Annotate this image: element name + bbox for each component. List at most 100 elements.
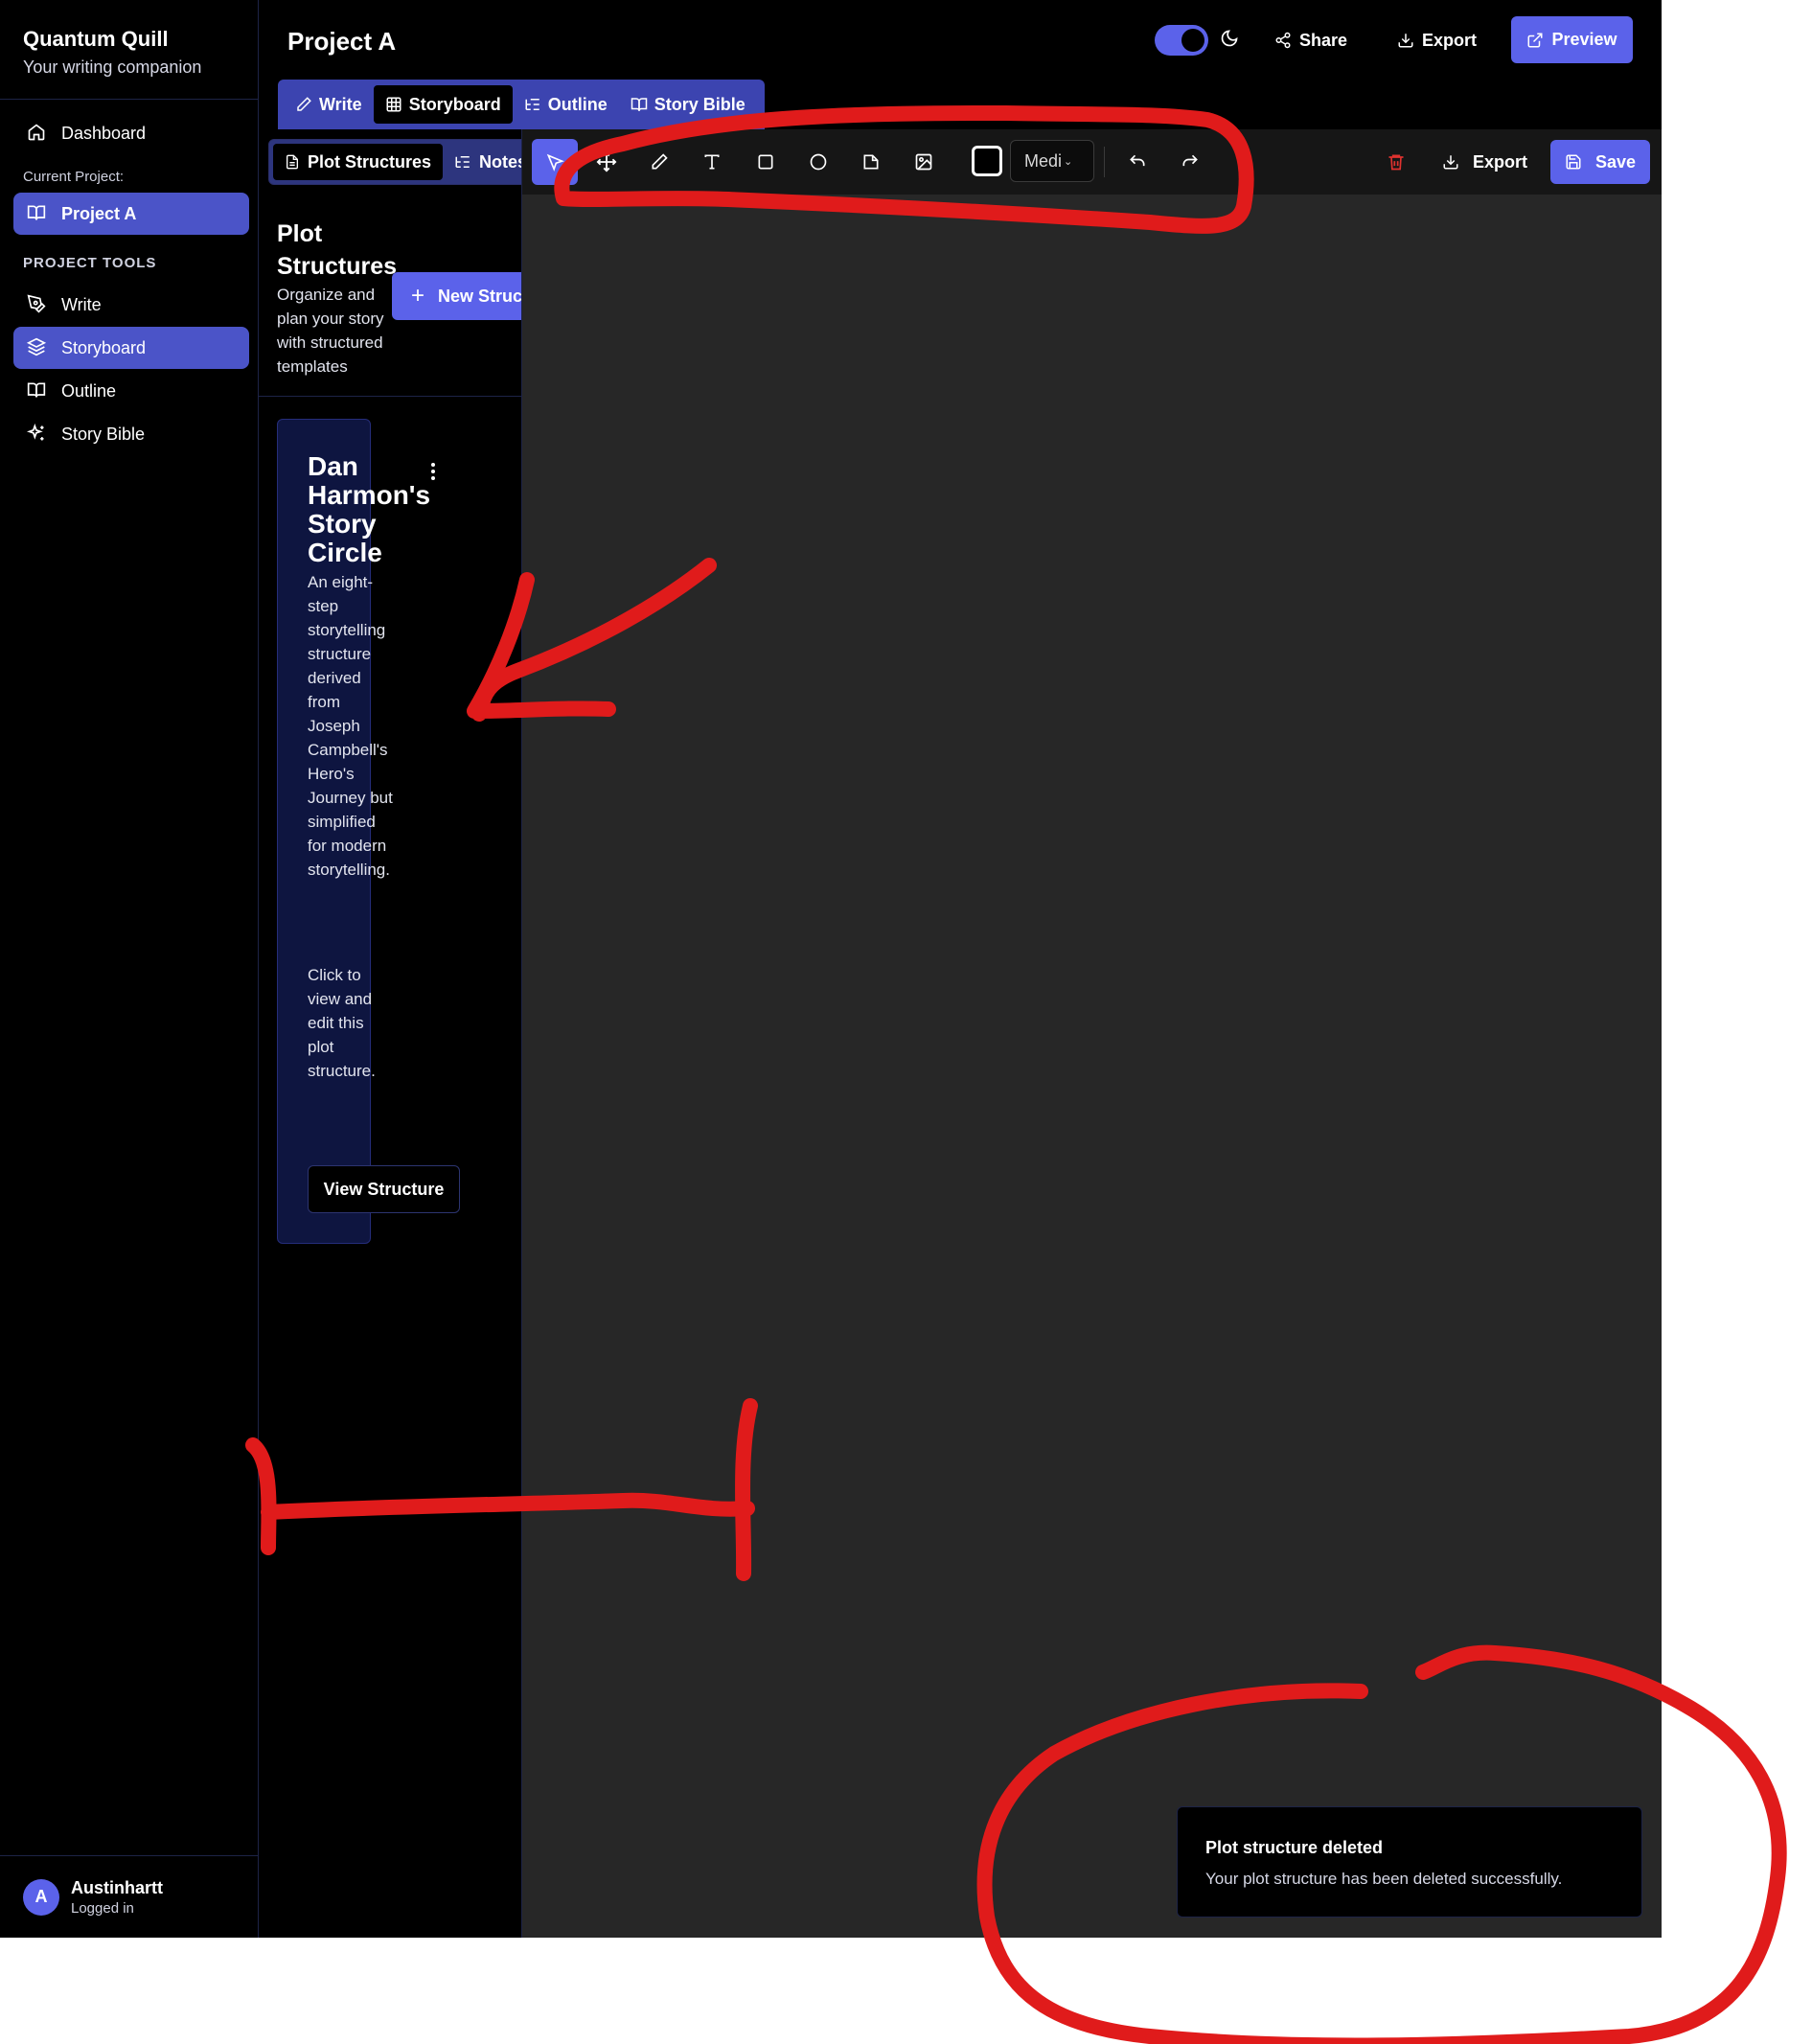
- sidebar-item-dashboard[interactable]: Dashboard: [13, 112, 249, 154]
- pencil-icon[interactable]: [636, 139, 682, 185]
- home-icon: [27, 123, 48, 144]
- redo-icon[interactable]: [1167, 139, 1213, 185]
- download-icon: [1398, 34, 1413, 48]
- panel-description: Organize and plan your story with struct…: [277, 286, 384, 376]
- sidebar-item-write[interactable]: Write: [13, 284, 249, 326]
- tab-plot-structures[interactable]: Plot Structures: [273, 144, 444, 180]
- tab-label: Outline: [547, 94, 608, 114]
- export-label: Export: [1473, 151, 1528, 172]
- sparkles-icon: [27, 424, 48, 445]
- preview-button[interactable]: Preview: [1511, 16, 1633, 63]
- app-window: Quantum Quill Your writing companion Das…: [0, 0, 1662, 1938]
- toolbar-divider: [1104, 147, 1105, 177]
- moon-icon: [1220, 29, 1241, 50]
- pen-tool-icon: [27, 294, 48, 315]
- list-tree-icon: [455, 156, 470, 168]
- external-link-icon: [1527, 33, 1543, 47]
- avatar: A: [23, 1878, 59, 1916]
- card-description: An eight-step storytelling structure der…: [308, 573, 393, 879]
- chevron-down-icon: ⌄: [1064, 155, 1073, 168]
- more-vertical-icon[interactable]: [428, 460, 438, 483]
- image-icon[interactable]: [901, 139, 947, 185]
- new-structure-button[interactable]: + New Struc: [392, 272, 522, 320]
- layers-icon: [27, 337, 48, 358]
- user-profile[interactable]: A Austinhartt Logged in: [0, 1855, 259, 1938]
- tab-label: Storyboard: [408, 94, 501, 114]
- sidebar-item-story-bible[interactable]: Story Bible: [13, 413, 249, 455]
- book-open-icon: [27, 380, 48, 402]
- theme-toggle[interactable]: [1155, 25, 1208, 56]
- list-tree-icon: [525, 99, 539, 110]
- book-open-icon: [631, 98, 647, 111]
- tab-story-bible[interactable]: Story Bible: [619, 85, 757, 124]
- tab-outline[interactable]: Outline: [513, 85, 619, 124]
- toast-message: Your plot structure has been deleted suc…: [1205, 1870, 1563, 1888]
- save-icon: [1566, 154, 1581, 170]
- tab-label: Story Bible: [654, 94, 745, 114]
- grid-icon: [386, 97, 401, 112]
- share-label: Share: [1299, 30, 1348, 50]
- book-open-icon: [27, 203, 48, 224]
- stroke-color-picker[interactable]: [972, 146, 1002, 176]
- user-status: Logged in: [71, 1899, 134, 1917]
- sidebar-item-outline[interactable]: Outline: [13, 370, 249, 412]
- tab-notes[interactable]: Notes: [443, 144, 521, 180]
- sidebar-item-label: Storyboard: [61, 337, 147, 357]
- plus-icon: +: [411, 283, 425, 309]
- export-button[interactable]: Export: [1397, 23, 1477, 57]
- download-icon: [1443, 155, 1458, 170]
- file-text-icon: [287, 154, 298, 170]
- app-title: Quantum Quill: [23, 27, 169, 51]
- divider: [259, 396, 521, 397]
- move-icon[interactable]: [584, 139, 630, 185]
- new-structure-label: New Struc: [438, 286, 522, 306]
- sidebar-item-storyboard[interactable]: Storyboard: [13, 327, 249, 369]
- sidebar: Quantum Quill Your writing companion Das…: [0, 0, 259, 1938]
- select-icon[interactable]: [532, 139, 578, 185]
- toast-title: Plot structure deleted: [1205, 1838, 1384, 1857]
- rectangle-icon[interactable]: [743, 139, 789, 185]
- sticky-note-icon[interactable]: [848, 139, 894, 185]
- brand: Quantum Quill Your writing companion: [0, 0, 258, 100]
- share-icon: [1275, 32, 1291, 49]
- tab-label: Write: [319, 94, 362, 114]
- brush-size-select[interactable]: Medi ⌄: [1010, 140, 1094, 182]
- toggle-knob: [1181, 29, 1204, 52]
- app-subtitle: Your writing companion: [23, 57, 202, 77]
- sidebar-item-label: Outline: [61, 380, 117, 401]
- card-title: Dan Harmon's Story Circle: [308, 451, 431, 567]
- drawing-toolbar: Medi ⌄ Export Save: [522, 129, 1662, 195]
- sidebar-item-label: Write: [61, 294, 102, 314]
- sidebar-item-label: Dashboard: [61, 123, 147, 143]
- trash-icon[interactable]: [1373, 139, 1419, 185]
- current-project-label: Current Project:: [23, 169, 125, 185]
- tab-label: Plot Structures: [308, 151, 432, 172]
- view-structure-button[interactable]: View Structure: [308, 1165, 460, 1213]
- undo-icon[interactable]: [1114, 139, 1160, 185]
- save-button[interactable]: Save: [1550, 140, 1650, 184]
- project-tools-heading: PROJECT TOOLS: [23, 255, 157, 271]
- toast-notification[interactable]: Plot structure deleted Your plot structu…: [1177, 1806, 1642, 1918]
- tab-label: Notes: [479, 151, 521, 172]
- pencil-icon: [297, 97, 311, 111]
- share-button[interactable]: Share: [1274, 23, 1347, 57]
- storyboard-canvas[interactable]: Medi ⌄ Export Save: [522, 129, 1662, 1938]
- tab-storyboard[interactable]: Storyboard: [373, 85, 513, 124]
- brush-size-value: Medi: [1024, 150, 1063, 171]
- panel-sub-tabs: Plot Structures Notes: [268, 139, 521, 185]
- sidebar-item-label: Project A: [61, 203, 137, 223]
- plot-structures-panel: Plot Structures Notes Plot Structures Or…: [259, 129, 522, 1938]
- canvas-export-button[interactable]: Export: [1442, 145, 1527, 179]
- header: Project A Share Export Preview: [259, 0, 1662, 79]
- main-tabs: Write Storyboard Outline Story Bible: [278, 80, 765, 129]
- export-label: Export: [1422, 30, 1478, 50]
- preview-label: Preview: [1551, 30, 1617, 49]
- text-icon[interactable]: [689, 139, 735, 185]
- sidebar-item-current-project[interactable]: Project A: [13, 193, 249, 235]
- user-name: Austinhartt: [71, 1877, 163, 1897]
- card-hint: Click to view and edit this plot structu…: [308, 966, 376, 1080]
- page-title: Project A: [287, 27, 397, 56]
- save-label: Save: [1594, 151, 1637, 172]
- tab-write[interactable]: Write: [284, 85, 374, 124]
- circle-icon[interactable]: [795, 139, 841, 185]
